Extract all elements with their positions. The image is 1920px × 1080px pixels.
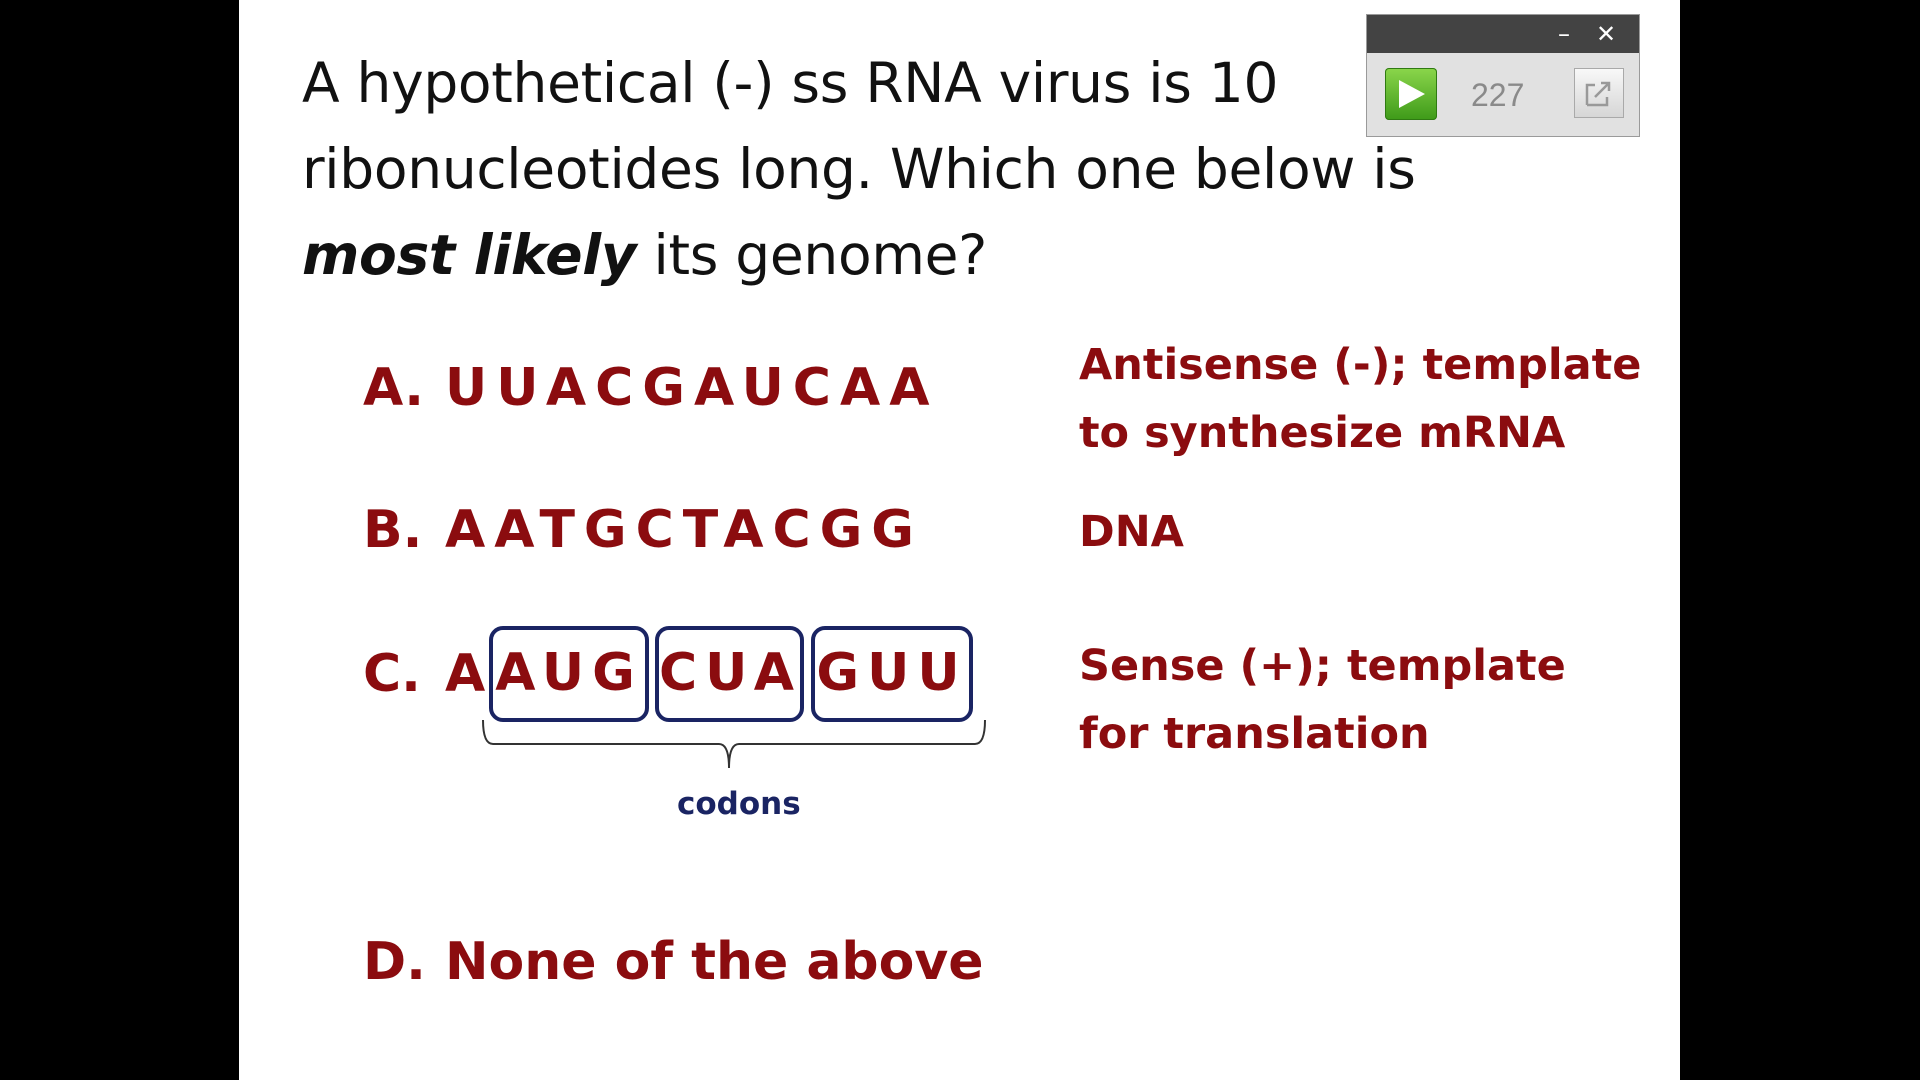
- expand-icon: [1585, 81, 1611, 107]
- slide: A hypothetical (-) ss RNA virus is 10 ri…: [239, 0, 1680, 1080]
- explanation-b-text: DNA: [1079, 507, 1184, 557]
- option-d-text: None of the above: [445, 932, 984, 992]
- codons-brace: [482, 719, 986, 769]
- codon-box-1: AUG: [489, 626, 649, 722]
- explanation-a: Antisense (-); template to synthesize mR…: [1079, 331, 1641, 467]
- question-emphasis: most likely: [302, 223, 637, 287]
- expand-button[interactable]: [1574, 68, 1624, 118]
- option-a-letter: A.: [363, 358, 424, 418]
- codon-box-3: GUU: [811, 626, 973, 722]
- option-c-letter: C.: [363, 644, 421, 704]
- screen: A hypothetical (-) ss RNA virus is 10 ri…: [0, 0, 1920, 1080]
- codons-label: codons: [677, 786, 801, 822]
- option-a-sequence: UUACGAUCAA: [445, 358, 939, 418]
- timer-widget: – ✕ 227: [1366, 14, 1640, 137]
- explanation-b: DNA: [1079, 498, 1184, 566]
- question-line-2: ribonucleotides long. Which one below is: [302, 137, 1416, 201]
- option-b-sequence: AATGCTACGG: [445, 500, 923, 560]
- question-line-3: most likely its genome?: [302, 212, 1602, 298]
- option-d: D. None of the above: [363, 932, 984, 992]
- option-b: B. AATGCTACGG: [363, 500, 923, 560]
- option-d-letter: D.: [363, 932, 426, 992]
- option-c: C. A: [363, 644, 491, 704]
- codon-box-2: CUA: [655, 626, 804, 722]
- option-b-letter: B.: [363, 500, 423, 560]
- explanation-c-line-1: Sense (+); template: [1079, 641, 1566, 691]
- option-a: A. UUACGAUCAA: [363, 358, 938, 418]
- close-icon[interactable]: ✕: [1591, 15, 1621, 53]
- question-line-3-rest: its genome?: [636, 223, 988, 287]
- counter-value: 227: [1471, 77, 1525, 113]
- minimize-icon[interactable]: –: [1549, 15, 1579, 53]
- play-button[interactable]: [1385, 68, 1437, 120]
- explanation-a-line-2: to synthesize mRNA: [1079, 408, 1566, 458]
- option-c-first-base: A: [445, 644, 486, 704]
- explanation-a-line-1: Antisense (-); template: [1079, 340, 1642, 390]
- play-icon: [1399, 80, 1425, 108]
- explanation-c: Sense (+); template for translation: [1079, 632, 1566, 768]
- widget-titlebar[interactable]: – ✕: [1367, 15, 1639, 53]
- explanation-c-line-2: for translation: [1079, 709, 1430, 759]
